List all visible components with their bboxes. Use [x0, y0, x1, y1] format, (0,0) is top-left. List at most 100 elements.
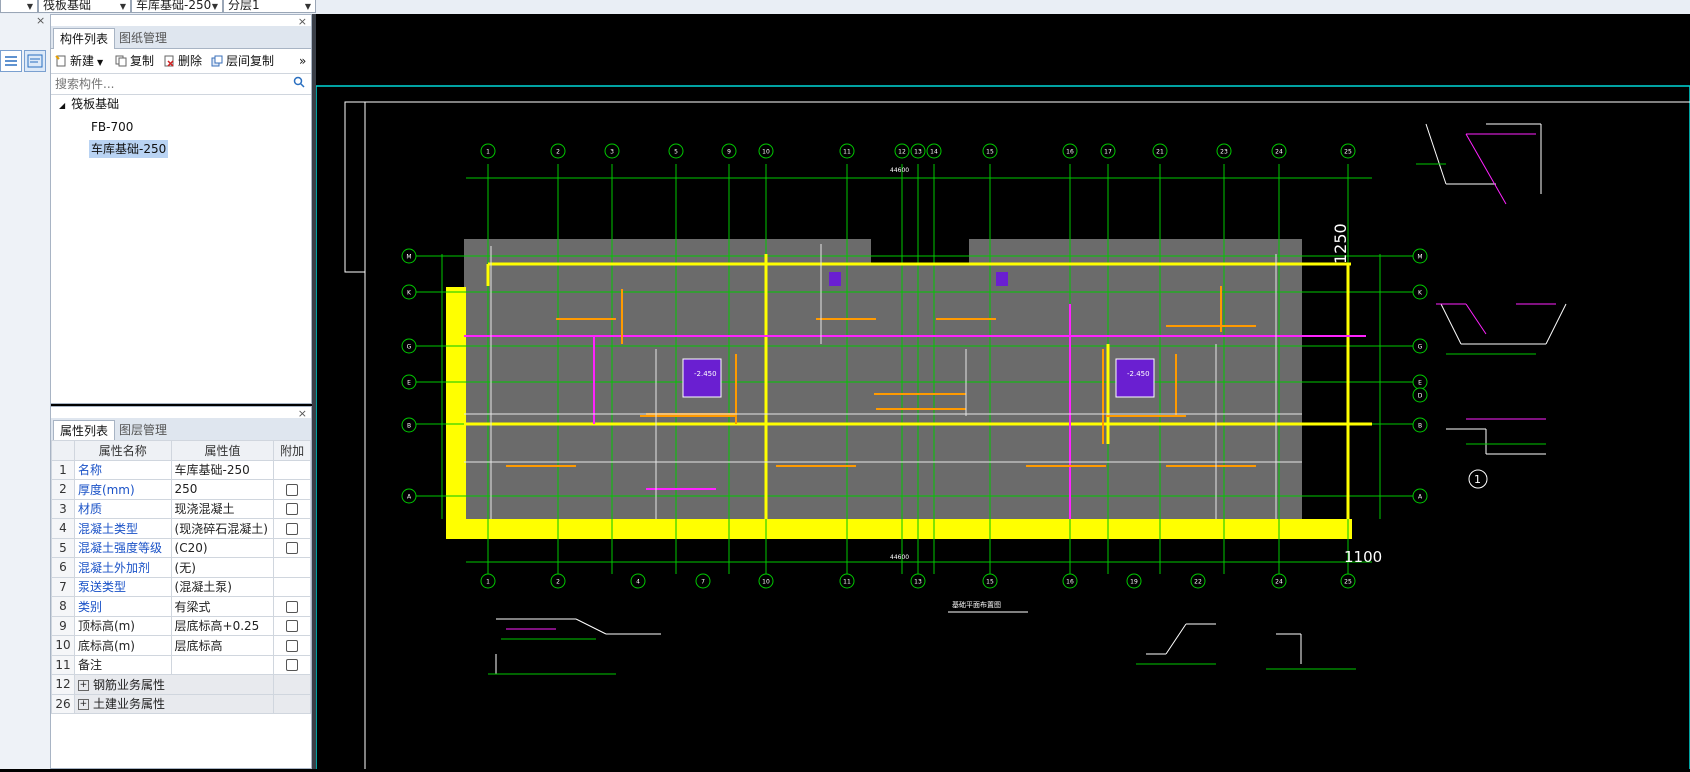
property-row[interactable]: 10 底标高(m) 层底标高 — [51, 635, 311, 656]
axis-label: 1 — [486, 579, 490, 586]
attach-cell — [273, 615, 311, 636]
more-actions-button[interactable]: » — [299, 50, 306, 72]
chevron-down-icon: ▼ — [119, 2, 126, 11]
property-value[interactable]: (C20) — [170, 537, 275, 558]
tab-layer-management[interactable]: 图层管理 — [113, 420, 173, 440]
attach-checkbox[interactable] — [286, 639, 299, 652]
plan-title: 基础平面布置图 — [952, 600, 1001, 609]
layer-dropdown[interactable]: 分层1 ▼ — [223, 0, 316, 13]
tree-item-garage-foundation[interactable]: 车库基础-250 — [89, 140, 169, 158]
collapse-icon[interactable]: ◢ — [59, 101, 65, 110]
search-icon[interactable] — [293, 76, 305, 91]
property-row[interactable]: 6 混凝土外加剂 (无) — [51, 557, 311, 578]
left-tool-strip: × — [0, 14, 51, 769]
attach-cell — [273, 498, 311, 519]
property-value[interactable]: 250 — [170, 479, 275, 500]
property-row[interactable]: 5 混凝土强度等级 (C20) — [51, 537, 311, 558]
axis-label: 25 — [1344, 149, 1352, 156]
property-value[interactable]: 层底标高 — [170, 635, 275, 656]
property-value-header: 属性值 — [170, 440, 275, 461]
attach-cell — [273, 518, 311, 539]
row-index: 4 — [51, 518, 75, 539]
tree-item-fb-700[interactable]: FB-700 — [91, 118, 133, 136]
property-row[interactable]: 2 厚度(mm) 250 — [51, 479, 311, 500]
axis-label: 10 — [762, 579, 770, 586]
delete-button[interactable]: 删除 — [163, 50, 202, 72]
property-row[interactable]: 1 名称 车库基础-250 — [51, 459, 311, 480]
index-header — [51, 440, 75, 461]
attach-checkbox[interactable] — [286, 600, 299, 613]
property-value[interactable]: 有梁式 — [170, 596, 275, 617]
attach-checkbox[interactable] — [286, 620, 299, 633]
attach-checkbox[interactable] — [286, 483, 299, 496]
component-type-dropdown[interactable]: 筏板基础 ▼ — [38, 0, 131, 13]
tab-property-list[interactable]: 属性列表 — [53, 420, 116, 441]
property-row[interactable]: 11 备注 — [51, 654, 311, 675]
property-row[interactable]: 4 混凝土类型 (现浇碎石混凝土) — [51, 518, 311, 539]
property-name: 名称 — [73, 459, 172, 480]
axis-label: 3 — [610, 149, 614, 156]
tree-group-label: 筏板基础 — [71, 97, 120, 111]
axis-label: 12 — [898, 149, 906, 156]
tree-group-raft-foundation[interactable]: ◢ 筏板基础 — [59, 95, 119, 115]
attach-checkbox[interactable] — [286, 659, 299, 672]
row-index: 9 — [51, 615, 75, 636]
component-name-dropdown[interactable]: 车库基础-250 ▼ — [131, 0, 223, 13]
property-value[interactable] — [170, 654, 275, 675]
tab-drawing-management[interactable]: 图纸管理 — [113, 28, 173, 48]
property-value[interactable]: 现浇混凝土 — [170, 498, 275, 519]
row-index: 10 — [51, 635, 75, 656]
detail-line — [1165, 623, 1187, 655]
property-value[interactable]: (现浇碎石混凝土) — [170, 518, 275, 539]
property-value[interactable]: (无) — [170, 557, 275, 578]
component-list-panel: × 构件列表 图纸管理 新建▼ 复制 删除 层间复制 » ◢筏板基础 FB-70… — [50, 14, 312, 404]
property-row[interactable]: 12 + 钢筋业务属性 — [51, 674, 311, 695]
elevation-tag: -2.450 — [1127, 370, 1150, 378]
property-name: 材质 — [73, 498, 172, 519]
floor-type-dropdown[interactable]: ▼ — [0, 0, 38, 13]
elevation-tag: -2.450 — [694, 370, 717, 378]
close-icon[interactable]: × — [36, 14, 45, 27]
property-value[interactable]: (混凝土泵) — [170, 576, 275, 597]
expand-icon[interactable]: + — [77, 679, 89, 691]
property-row[interactable]: 7 泵送类型 (混凝土泵) — [51, 576, 311, 597]
property-group[interactable]: + 钢筋业务属性 — [73, 674, 275, 695]
property-group-label: 土建业务属性 — [92, 697, 165, 712]
axis-label: E — [1418, 380, 1422, 387]
floor-copy-button[interactable]: 层间复制 — [211, 50, 274, 72]
chevron-down-icon: ▼ — [211, 2, 218, 11]
detail-view-icon[interactable] — [24, 50, 46, 72]
axis-label: 2 — [556, 149, 560, 156]
property-row[interactable]: 26 + 土建业务属性 — [51, 693, 311, 714]
expand-icon[interactable]: + — [77, 699, 89, 711]
property-value[interactable]: 层底标高+0.25 — [170, 615, 275, 636]
detail-line — [1465, 303, 1487, 335]
property-group[interactable]: + 土建业务属性 — [73, 693, 275, 714]
property-row[interactable]: 3 材质 现浇混凝土 — [51, 498, 311, 519]
property-row[interactable]: 8 类别 有梁式 — [51, 596, 311, 617]
property-name: 顶标高(m) — [73, 615, 172, 636]
row-index: 3 — [51, 498, 75, 519]
axis-label: D — [1418, 393, 1423, 400]
detail-line — [1465, 133, 1507, 205]
search-input[interactable] — [53, 75, 287, 93]
attach-checkbox[interactable] — [286, 522, 299, 535]
layer-value: 分层1 — [228, 0, 260, 12]
property-value[interactable]: 车库基础-250 — [170, 459, 275, 480]
axis-label: 15 — [986, 149, 994, 156]
property-name: 备注 — [73, 654, 172, 675]
axis-label: 22 — [1194, 579, 1202, 586]
copy-button[interactable]: 复制 — [115, 50, 154, 72]
tab-component-list[interactable]: 构件列表 — [53, 28, 116, 49]
attach-checkbox[interactable] — [286, 542, 299, 555]
property-name-header: 属性名称 — [73, 440, 172, 461]
yellow-strip-left — [446, 287, 466, 522]
attach-checkbox[interactable] — [286, 503, 299, 516]
list-view-icon[interactable] — [0, 50, 22, 72]
cad-drawing-canvas[interactable]: -2.450 -2.450 1250 1100 44600 44600 基础平面… — [315, 14, 1690, 772]
axis-label: 13 — [914, 149, 922, 156]
property-row[interactable]: 9 顶标高(m) 层底标高+0.25 — [51, 615, 311, 636]
new-button[interactable]: 新建 ▼ — [55, 50, 103, 72]
axis-label: 25 — [1344, 579, 1352, 586]
property-name: 混凝土外加剂 — [73, 557, 172, 578]
